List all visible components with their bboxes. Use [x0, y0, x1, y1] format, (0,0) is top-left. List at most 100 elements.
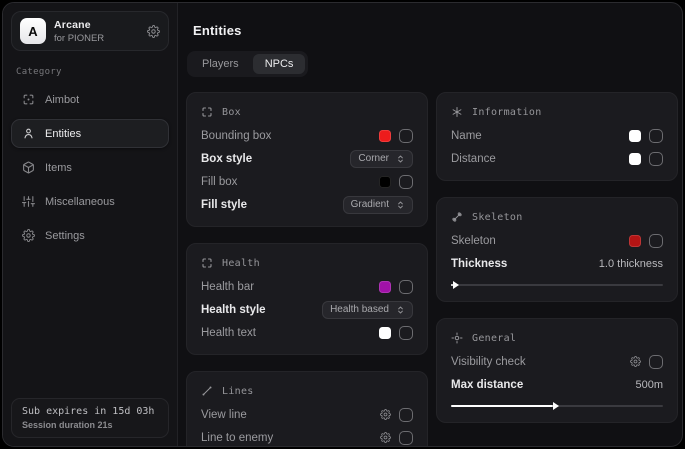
card-title: Skeleton [472, 212, 523, 223]
sidebar-item-label: Settings [45, 230, 85, 242]
box-card: Box Bounding box Box style Corner [186, 92, 428, 227]
sidebar-item-label: Miscellaneous [45, 196, 115, 208]
row-label: Max distance [451, 379, 523, 391]
health-brackets-icon [201, 257, 213, 269]
settings-icon [22, 229, 35, 242]
row-label: Fill box [201, 176, 237, 188]
information-icon [451, 106, 463, 118]
slider-thumb[interactable] [453, 281, 459, 289]
card-title: Box [222, 107, 241, 118]
sidebar-item-miscellaneous[interactable]: Miscellaneous [11, 187, 169, 216]
color-swatch[interactable] [629, 235, 641, 247]
setting-row: Fill style Gradient [201, 193, 413, 216]
app-header-card: A Arcane for PIONER [11, 11, 169, 51]
health-text-checkbox[interactable] [399, 326, 413, 340]
row-label: Line to enemy [201, 432, 273, 444]
entity-tabs: Players NPCs [187, 51, 308, 77]
line-to-enemy-checkbox[interactable] [399, 431, 413, 445]
max-distance-slider[interactable] [451, 405, 663, 407]
color-swatch[interactable] [629, 130, 641, 142]
fill-style-dropdown[interactable]: Gradient [343, 196, 413, 214]
color-swatch[interactable] [379, 176, 391, 188]
view-line-checkbox[interactable] [399, 408, 413, 422]
setting-row: Thickness 1.0 thickness [451, 252, 663, 275]
color-swatch[interactable] [379, 281, 391, 293]
box-style-dropdown[interactable]: Corner [350, 150, 413, 168]
sidebar-item-label: Entities [45, 128, 81, 140]
card-title: Information [472, 107, 542, 118]
sidebar-item-entities[interactable]: Entities [11, 119, 169, 148]
setting-row: Fill box [201, 170, 413, 193]
visibility-check-config-gear-icon[interactable] [630, 356, 641, 367]
app-name: Arcane [54, 19, 104, 31]
items-icon [22, 161, 35, 174]
line-to-enemy-config-gear-icon[interactable] [380, 432, 391, 443]
visibility-check-checkbox[interactable] [649, 355, 663, 369]
right-column: Information Name Distance [436, 92, 678, 423]
setting-row: Bounding box [201, 124, 413, 147]
app-window: A Arcane for PIONER Category Aimbot Enti… [2, 2, 683, 447]
information-card: Information Name Distance [436, 92, 678, 181]
general-card: General Visibility check Max distance 50… [436, 318, 678, 423]
unfold-icon [396, 154, 405, 164]
max-distance-value: 500m [635, 379, 663, 391]
fill-box-checkbox[interactable] [399, 175, 413, 189]
setting-row: Line to enemy [201, 426, 413, 447]
health-card: Health Health bar Health style Health ba… [186, 243, 428, 355]
row-label: Distance [451, 153, 496, 165]
bone-icon [451, 211, 463, 223]
slider-thumb[interactable] [553, 402, 559, 410]
health-bar-checkbox[interactable] [399, 280, 413, 294]
subscription-status-card: Sub expires in 15d 03h Session duration … [11, 398, 169, 438]
color-swatch[interactable] [379, 130, 391, 142]
row-label: Thickness [451, 258, 507, 270]
view-line-config-gear-icon[interactable] [380, 409, 391, 420]
setting-row: Max distance 500m [451, 373, 663, 396]
settings-grid: Box Bounding box Box style Corner [186, 92, 678, 447]
card-title: Lines [222, 386, 254, 397]
row-label: Bounding box [201, 130, 271, 142]
row-label: Name [451, 130, 482, 142]
row-label: Health text [201, 327, 256, 339]
session-duration-text: Session duration 21s [22, 420, 158, 430]
row-label: Box style [201, 153, 252, 165]
setting-row: Name [451, 124, 663, 147]
sub-expires-text: Sub expires in 15d 03h [22, 406, 158, 417]
sidebar-item-settings[interactable]: Settings [11, 221, 169, 250]
gear-icon[interactable] [147, 25, 160, 38]
tab-npcs[interactable]: NPCs [253, 54, 306, 74]
thickness-value: 1.0 thickness [599, 258, 663, 270]
card-title: Health [222, 258, 260, 269]
color-swatch[interactable] [629, 153, 641, 165]
setting-row: Health bar [201, 275, 413, 298]
distance-checkbox[interactable] [649, 152, 663, 166]
lines-card: Lines View line Line to enemy [186, 371, 428, 447]
miscellaneous-icon [22, 195, 35, 208]
skeleton-checkbox[interactable] [649, 234, 663, 248]
bounding-box-checkbox[interactable] [399, 129, 413, 143]
name-checkbox[interactable] [649, 129, 663, 143]
sidebar-item-label: Items [45, 162, 72, 174]
dropdown-value: Gradient [351, 199, 389, 210]
dropdown-value: Corner [358, 153, 389, 164]
sidebar-item-aimbot[interactable]: Aimbot [11, 85, 169, 114]
sidebar-item-items[interactable]: Items [11, 153, 169, 182]
sidebar-item-label: Aimbot [45, 94, 79, 106]
category-label: Category [16, 67, 164, 77]
thickness-slider[interactable] [451, 284, 663, 286]
setting-row: View line [201, 403, 413, 426]
target-icon [451, 332, 463, 344]
row-label: Health style [201, 304, 266, 316]
row-label: View line [201, 409, 247, 421]
setting-row: Health text [201, 321, 413, 344]
health-style-dropdown[interactable]: Health based [322, 301, 413, 319]
row-label: Health bar [201, 281, 254, 293]
tab-players[interactable]: Players [190, 54, 251, 74]
main-content: Entities Players NPCs Box Bounding box [178, 3, 682, 446]
unfold-icon [396, 200, 405, 210]
card-title: General [472, 333, 516, 344]
skeleton-card: Skeleton Skeleton Thickness 1.0 thicknes… [436, 197, 678, 302]
unfold-icon [396, 305, 405, 315]
setting-row: Health style Health based [201, 298, 413, 321]
color-swatch[interactable] [379, 327, 391, 339]
